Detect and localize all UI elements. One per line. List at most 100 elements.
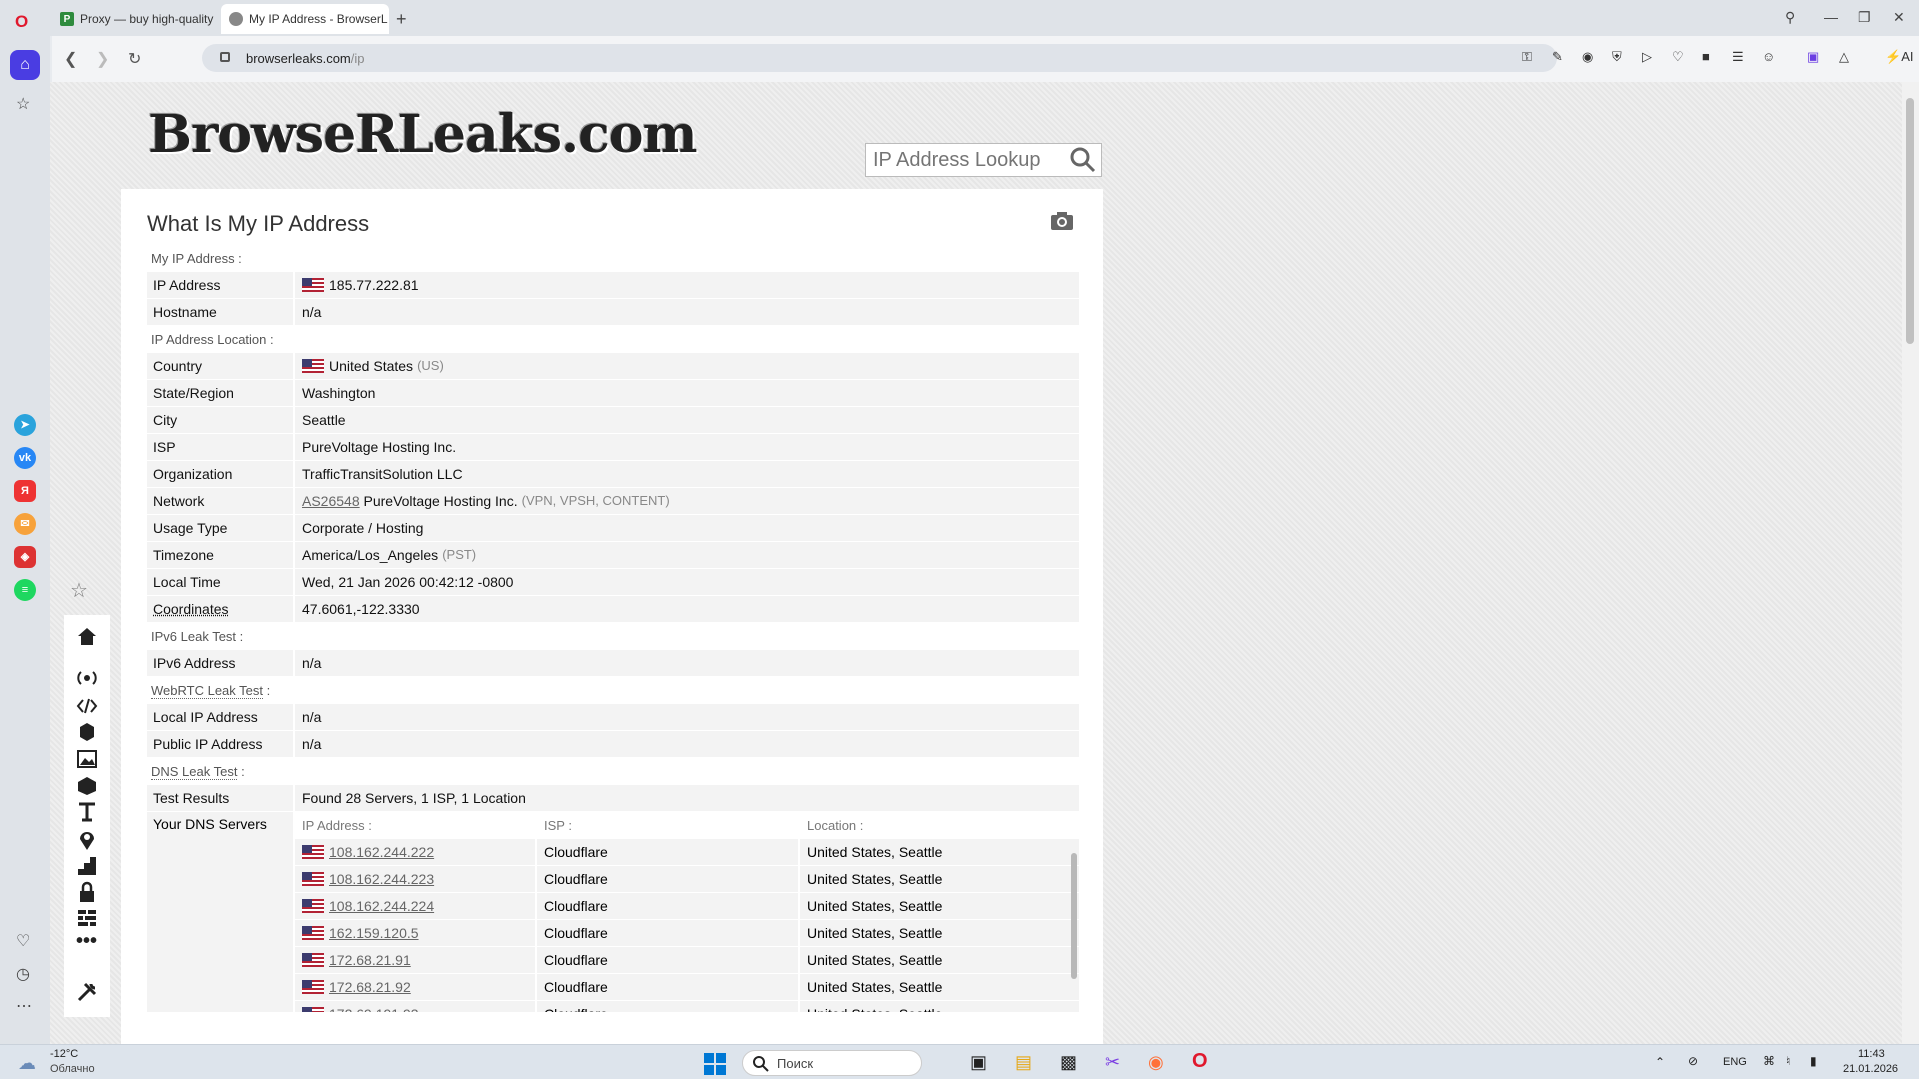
code-icon[interactable]	[76, 695, 98, 717]
telegram-icon[interactable]: ➤	[14, 414, 36, 436]
table-row: Network AS26548 PureVoltage Hosting Inc.…	[147, 488, 1079, 515]
dns-ip-link[interactable]: 108.162.244.224	[329, 893, 434, 919]
edit-icon[interactable]: ✎	[1552, 49, 1563, 65]
history-icon[interactable]: ◷	[16, 964, 30, 984]
opera-taskbar-icon[interactable]: O	[1192, 1050, 1208, 1073]
bookmark-star-icon[interactable]: ☆	[16, 94, 30, 114]
play-icon[interactable]: ▷	[1642, 49, 1652, 65]
image-icon[interactable]	[76, 748, 98, 770]
pin-icon[interactable]: ☆	[70, 578, 88, 603]
back-button[interactable]: ❮	[64, 49, 77, 69]
forward-button[interactable]: ❯	[96, 49, 109, 69]
windows-start-icon[interactable]	[703, 1052, 727, 1076]
dns-ip-cell: 108.162.244.223	[295, 866, 537, 892]
font-icon[interactable]	[76, 801, 98, 823]
shield-icon[interactable]: ⛨	[1612, 49, 1622, 65]
camera-icon[interactable]: ◉	[1582, 49, 1593, 65]
lock-icon[interactable]	[76, 881, 98, 903]
cube-icon[interactable]: △	[1839, 49, 1849, 65]
vk-icon[interactable]: vk	[14, 447, 36, 469]
opera-logo-icon[interactable]: O	[15, 12, 28, 32]
taskbar-search[interactable]: Поиск	[742, 1050, 922, 1076]
weather-temp[interactable]: -12°C	[50, 1048, 78, 1060]
dns-isp-cell: Cloudflare	[537, 920, 800, 946]
more-icon[interactable]: •••	[76, 931, 98, 953]
address-bar[interactable]: browserleaks.com/ip	[202, 44, 1557, 72]
clock-date[interactable]: 21.01.2026	[1843, 1063, 1898, 1075]
extension-icon[interactable]: ▣	[1807, 49, 1819, 65]
dns-ip-link[interactable]: 172.68.21.91	[329, 947, 411, 973]
heart-icon[interactable]: ♡	[1672, 49, 1684, 65]
clock-time[interactable]: 11:43	[1858, 1048, 1885, 1060]
firefox-icon[interactable]: ◉	[1148, 1052, 1164, 1073]
cube-icon[interactable]	[76, 775, 98, 797]
volume-muted-icon[interactable]: ♮	[1786, 1054, 1790, 1068]
terminal-icon[interactable]: ▩	[1060, 1052, 1077, 1073]
menu-icon[interactable]: ☰	[1732, 49, 1744, 65]
row-key: Country	[147, 353, 295, 379]
close-window-button[interactable]: ✕	[1893, 9, 1905, 26]
ai-button[interactable]: ⚡AI	[1885, 49, 1913, 65]
task-view-icon[interactable]: ▣	[970, 1052, 987, 1073]
dns-ip-link[interactable]: 108.162.244.222	[329, 839, 434, 865]
dns-ip-link[interactable]: 172.69.191.93	[329, 1001, 419, 1012]
row-value: United States (US)	[295, 353, 1079, 379]
profile-icon[interactable]: ☺	[1762, 49, 1775, 64]
heart-icon[interactable]: ♡	[16, 931, 30, 951]
mail-icon[interactable]: ✉	[14, 513, 36, 535]
row-key: IPv6 Address	[147, 650, 295, 676]
page-scrollbar[interactable]	[1902, 82, 1919, 1044]
wifi-icon[interactable]: ⌘	[1763, 1054, 1775, 1068]
chart-icon[interactable]	[76, 855, 98, 877]
dns-test-link[interactable]: DNS Leak Test	[151, 764, 238, 780]
tab-browserleaks[interactable]: My IP Address - BrowserL	[221, 4, 389, 34]
chevron-up-icon[interactable]: ⌃	[1655, 1055, 1665, 1069]
browserleaks-logo[interactable]: BrowseRLeaks.com	[148, 104, 697, 172]
asn-link[interactable]: AS26548	[302, 488, 360, 514]
snipping-tool-icon[interactable]: ✂	[1105, 1052, 1120, 1073]
restore-button[interactable]: ❐	[1858, 9, 1871, 26]
dns-scroll-thumb[interactable]	[1071, 853, 1077, 979]
tab-proxy[interactable]: P Proxy — buy high-quality	[52, 4, 220, 34]
location-icon[interactable]	[76, 829, 98, 851]
page-scroll-thumb[interactable]	[1906, 98, 1914, 344]
webrtc-test-link[interactable]: WebRTC Leak Test	[151, 683, 263, 699]
key-icon[interactable]: ⚿	[1522, 49, 1532, 65]
ip-lookup-field[interactable]	[865, 143, 1102, 177]
spotify-icon[interactable]: ≡	[14, 579, 36, 601]
reload-button[interactable]: ↻	[128, 49, 141, 69]
dns-ip-link[interactable]: 162.159.120.5	[329, 920, 419, 946]
canvas-icon[interactable]	[76, 721, 98, 743]
network-tags: (VPN, VPSH, CONTENT)	[521, 493, 670, 508]
yandex-icon[interactable]: Я	[14, 480, 36, 502]
tools-icon[interactable]	[76, 981, 98, 1003]
firewall-icon[interactable]	[76, 907, 98, 929]
tab-search-icon[interactable]: ⚲	[1785, 9, 1795, 26]
home-icon[interactable]: ⌂	[10, 50, 40, 80]
more-icon[interactable]: ⋯	[16, 996, 32, 1016]
broadcast-icon[interactable]	[76, 667, 98, 689]
ip-lookup-input[interactable]	[866, 144, 1066, 176]
battery-icon[interactable]: ▮	[1810, 1054, 1817, 1068]
minimize-button[interactable]: —	[1824, 9, 1838, 25]
section-dns: DNS Leak Test :	[147, 758, 1079, 785]
url-text[interactable]: browserleaks.com/ip	[246, 51, 365, 66]
file-explorer-icon[interactable]: ▤	[1015, 1052, 1032, 1073]
dns-ip-link[interactable]: 108.162.244.223	[329, 866, 434, 892]
home-icon[interactable]	[76, 625, 98, 647]
screenshot-camera-icon[interactable]	[1050, 211, 1074, 231]
weather-icon[interactable]: ☁	[18, 1053, 36, 1074]
dns-server-row: 172.69.191.93 CloudflareUnited States, Se…	[295, 1001, 1079, 1012]
row-value: n/a	[302, 709, 322, 725]
wallet-icon[interactable]: ■	[1702, 49, 1710, 64]
language-indicator[interactable]: ENG	[1723, 1056, 1747, 1068]
coordinates-link[interactable]: Coordinates	[147, 596, 295, 622]
dns-ip-link[interactable]: 172.68.21.92	[329, 974, 411, 1000]
search-icon[interactable]	[1070, 147, 1096, 173]
table-row: Coordinates 47.6061,-122.3330	[147, 596, 1079, 623]
dns-servers-table[interactable]: IP Address : ISP : Location : 108.162.24…	[295, 812, 1079, 1012]
new-tab-button[interactable]: +	[396, 9, 407, 30]
network-off-icon[interactable]: ⊘	[1688, 1054, 1698, 1068]
app-icon[interactable]: ◈	[14, 546, 36, 568]
dns-scrollbar[interactable]	[1069, 839, 1079, 1012]
